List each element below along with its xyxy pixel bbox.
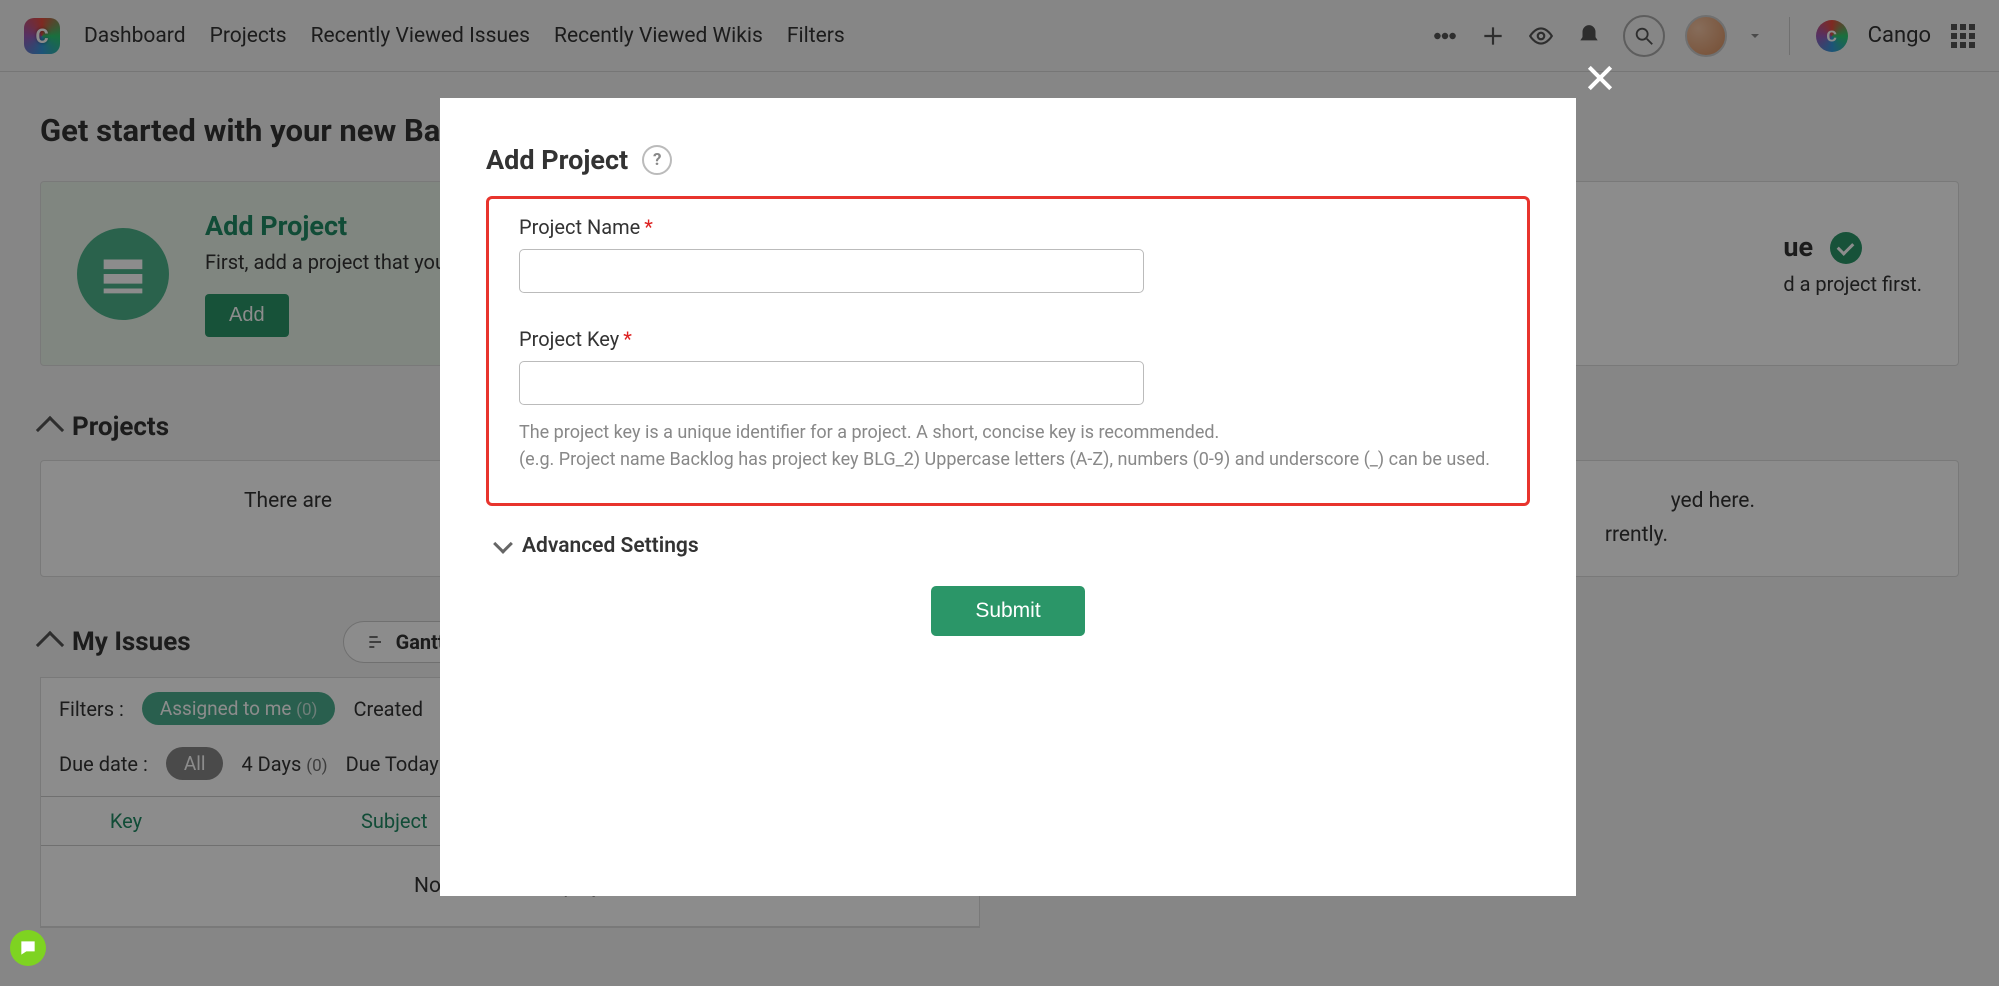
chat-icon[interactable] <box>10 930 46 966</box>
submit-button[interactable]: Submit <box>931 586 1084 636</box>
advanced-settings-toggle[interactable]: Advanced Settings <box>496 534 1530 558</box>
add-project-modal: Add Project ? Project Name* Project Key*… <box>440 98 1576 896</box>
project-name-label: Project Name* <box>519 215 1497 239</box>
project-key-label: Project Key* <box>519 327 1497 351</box>
project-key-helper: The project key is a unique identifier f… <box>519 419 1497 473</box>
highlighted-fields: Project Name* Project Key* The project k… <box>486 196 1530 506</box>
help-icon[interactable]: ? <box>642 145 672 175</box>
project-name-input[interactable] <box>519 249 1144 293</box>
chevron-down-icon <box>493 534 513 554</box>
project-key-input[interactable] <box>519 361 1144 405</box>
close-icon[interactable] <box>1584 62 1616 98</box>
modal-title: Add Project ? <box>486 144 1530 176</box>
